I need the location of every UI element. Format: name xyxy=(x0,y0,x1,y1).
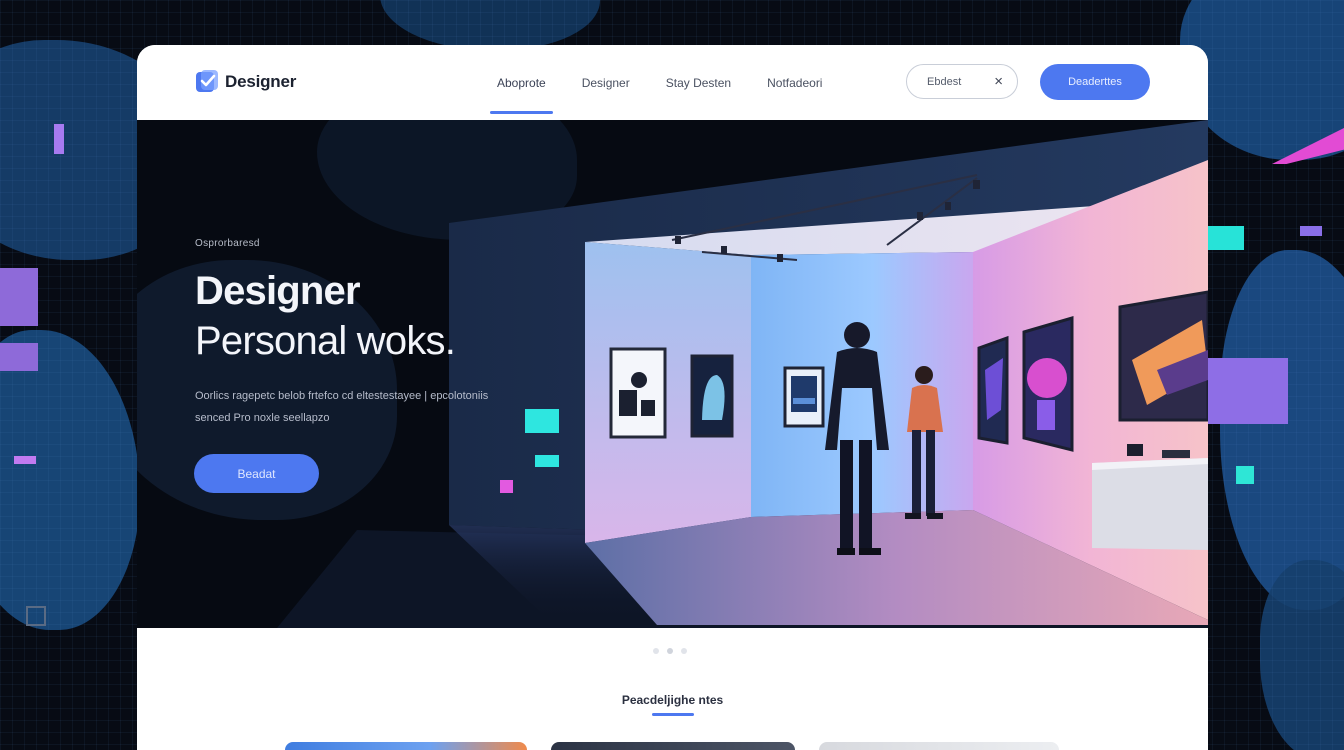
backdrop-pixel-block xyxy=(1300,226,1322,236)
backdrop-square-outline xyxy=(26,606,46,626)
nav-link-designer[interactable]: Designer xyxy=(582,45,630,120)
hero-eyebrow: Osprorbaresd xyxy=(195,238,260,249)
search-input[interactable] xyxy=(925,74,999,89)
backdrop-pixel-block xyxy=(0,343,38,371)
portfolio-card[interactable] xyxy=(285,742,527,750)
gallery-scene-illustration xyxy=(277,120,1208,628)
backdrop-pixel-block xyxy=(1208,358,1288,424)
hero-title-line-1: Designer xyxy=(195,269,361,313)
section-title: Peacdeljighe ntes xyxy=(621,693,724,707)
hero-title-line-2: Personal woks. xyxy=(195,319,456,363)
brand-name: Designer xyxy=(225,72,297,91)
backdrop-pixel-block xyxy=(1236,466,1254,484)
close-icon[interactable]: × xyxy=(994,73,1003,90)
backdrop-pixel-block xyxy=(0,268,38,326)
portfolio-card[interactable] xyxy=(551,742,795,750)
portfolio-card[interactable] xyxy=(819,742,1059,750)
nav-links: Aboprote Designer Stay Desten Notfadeori xyxy=(490,45,858,120)
header-cta-button[interactable]: Deaderttes xyxy=(1040,64,1150,100)
carousel-dot-active[interactable] xyxy=(667,648,673,654)
hero-cta-button[interactable]: Beadat xyxy=(194,454,319,493)
carousel-dot[interactable] xyxy=(681,648,687,654)
backdrop-pixel-block xyxy=(1208,226,1244,250)
hero-glow-pixel xyxy=(535,455,559,467)
backdrop-pixel-block xyxy=(14,456,36,464)
check-shield-icon xyxy=(196,70,218,92)
section-title-underline xyxy=(652,713,694,716)
carousel-dot[interactable] xyxy=(653,648,659,654)
hero-description: Oorlics ragepetc belob frtefco cd eltest… xyxy=(195,390,489,424)
nav-link-stay-desten[interactable]: Stay Desten xyxy=(666,45,731,120)
search-box: × xyxy=(906,64,1018,99)
nav-link-aboprote[interactable]: Aboprote xyxy=(490,45,553,120)
nav-link-notfadeori[interactable]: Notfadeori xyxy=(767,45,822,120)
brand-logo[interactable]: Designer xyxy=(195,70,296,94)
backdrop-pixel-block xyxy=(54,124,64,154)
hero-glow-pixel xyxy=(500,480,513,493)
carousel-dots xyxy=(653,648,687,654)
hero-banner: Osprorbaresd Designer Personal woks. Oor… xyxy=(137,120,1208,628)
browser-window: Designer Aboprote Designer Stay Desten N… xyxy=(137,45,1208,750)
hero-title: Designer Personal woks. xyxy=(195,266,456,366)
top-navbar: Designer Aboprote Designer Stay Desten N… xyxy=(137,45,1208,120)
hero-glow-pixel xyxy=(525,409,559,433)
